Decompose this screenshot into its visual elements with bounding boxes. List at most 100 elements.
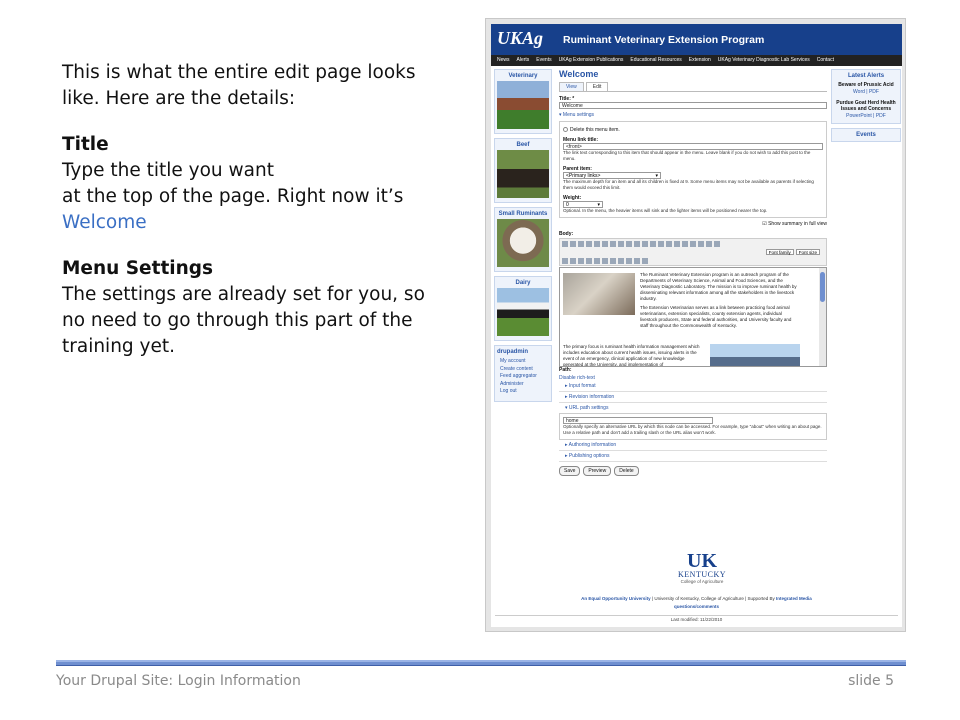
superscript-icon[interactable]: [706, 241, 712, 247]
publishing-options-toggle[interactable]: ▸ Publishing options: [559, 451, 827, 462]
footer-divider: [56, 660, 906, 666]
integrated-media-link[interactable]: Integrated Media: [776, 596, 812, 601]
scroll-thumb[interactable]: [820, 272, 825, 302]
admin-link-administer[interactable]: Administer: [500, 381, 546, 389]
font-size-select[interactable]: Font size: [795, 249, 820, 255]
admin-link-create-content[interactable]: Create content: [500, 366, 546, 374]
menu-line-2: no need to go through this part of the: [62, 310, 413, 331]
preview-button[interactable]: Preview: [583, 466, 612, 476]
show-summary-option[interactable]: ☑ Show summary in full view: [559, 221, 827, 227]
footer-title: Your Drupal Site: Login Information: [56, 673, 301, 689]
admin-link-my-account[interactable]: My account: [500, 358, 546, 366]
subscript-icon[interactable]: [698, 241, 704, 247]
body-editor[interactable]: The Ruminant Veterinary Extension progra…: [559, 267, 827, 367]
nav-events[interactable]: Events: [536, 55, 551, 66]
revision-info-toggle[interactable]: ▸ Revision information: [559, 392, 827, 403]
delete-button[interactable]: Delete: [614, 466, 639, 476]
parent-item-select[interactable]: <Primary links> ▾: [563, 172, 661, 179]
italic-icon[interactable]: [570, 241, 576, 247]
delete-column-icon[interactable]: [594, 258, 600, 264]
body-paragraph-1: The Ruminant Veterinary Extension progra…: [640, 272, 800, 329]
input-format-toggle[interactable]: ▸ Input format: [559, 381, 827, 392]
goat-photo: [497, 219, 549, 267]
tab-view[interactable]: View: [559, 82, 584, 91]
url-path-toggle[interactable]: ▾ URL path settings: [559, 403, 827, 413]
row-props-icon[interactable]: [626, 258, 632, 264]
horizontal-rule-icon[interactable]: [682, 241, 688, 247]
equal-opportunity-link[interactable]: An Equal Opportunity University: [581, 596, 651, 601]
url-path-desc: Optionally specify an alternative URL by…: [563, 424, 822, 435]
dairy-photo: [497, 288, 549, 336]
delete-row-icon[interactable]: [578, 258, 584, 264]
menu-link-title-input[interactable]: <front>: [563, 143, 823, 150]
veterinary-photo: [497, 81, 549, 129]
url-path-input[interactable]: home: [563, 417, 713, 424]
parent-item-desc: The maximum depth for an item and all it…: [563, 179, 814, 190]
unlink-icon[interactable]: [650, 241, 656, 247]
nav-contact[interactable]: Contact: [817, 55, 834, 66]
html-icon[interactable]: [674, 241, 680, 247]
menu-settings-toggle[interactable]: ▾ Menu settings: [559, 112, 827, 118]
authoring-info-toggle[interactable]: ▸ Authoring information: [559, 440, 827, 451]
alert-2-title: Purdue Goat Herd Health Issues and Conce…: [836, 99, 896, 113]
body-scrollbar[interactable]: [819, 268, 826, 366]
insert-row-icon[interactable]: [570, 258, 576, 264]
nav-diagnostic-lab[interactable]: UKAg Veterinary Diagnostic Lab Services: [718, 55, 810, 66]
align-center-icon[interactable]: [586, 241, 592, 247]
nav-publications[interactable]: UKAg Extension Publications: [559, 55, 624, 66]
title-input[interactable]: Welcome: [559, 102, 827, 109]
split-cells-icon[interactable]: [610, 258, 616, 264]
table-icon[interactable]: [562, 258, 568, 264]
nav-extension[interactable]: Extension: [689, 55, 711, 66]
admin-menu: drupadmin My account Create content Feed…: [494, 345, 552, 402]
body-label: Body:: [559, 231, 574, 237]
sidebar-box-small-ruminants[interactable]: Small Ruminants: [494, 207, 552, 272]
delete-menu-item-option[interactable]: Delete this menu item.: [563, 127, 823, 133]
nav-educational-resources[interactable]: Educational Resources: [630, 55, 681, 66]
font-family-select[interactable]: Font family: [765, 249, 794, 255]
merge-cells-icon[interactable]: [602, 258, 608, 264]
tab-edit[interactable]: Edit: [585, 82, 609, 91]
body-text-3: The primary focus is ruminant health inf…: [563, 344, 700, 367]
bullet-list-icon[interactable]: [610, 241, 616, 247]
title-line-2: at the top of the page. Right now it’s: [62, 186, 404, 207]
align-left-icon[interactable]: [578, 241, 584, 247]
justify-icon[interactable]: [602, 241, 608, 247]
sidebar-box-veterinary[interactable]: Veterinary: [494, 69, 552, 134]
site-nav: News Alerts Events UKAg Extension Public…: [491, 55, 902, 66]
alert-1-links[interactable]: Word | PDF: [835, 89, 897, 96]
sidebar-box-beef[interactable]: Beef: [494, 138, 552, 203]
sidebar-label-beef: Beef: [516, 142, 530, 148]
bold-icon[interactable]: [562, 241, 568, 247]
weight-select[interactable]: 0 ▾: [563, 201, 603, 208]
sidebar-box-dairy[interactable]: Dairy: [494, 276, 552, 341]
paste-word-icon[interactable]: [642, 258, 648, 264]
questions-comments-link[interactable]: questions/comments: [491, 603, 902, 611]
delete-menu-item-checkbox[interactable]: [563, 127, 568, 133]
save-button[interactable]: Save: [559, 466, 581, 476]
admin-link-feed-aggregator[interactable]: Feed aggregator: [500, 373, 546, 381]
undo-icon[interactable]: [626, 241, 632, 247]
remove-format-icon[interactable]: [690, 241, 696, 247]
image-icon[interactable]: [658, 241, 664, 247]
numbered-list-icon[interactable]: [618, 241, 624, 247]
admin-menu-title: drupadmin: [497, 349, 528, 355]
ukag-logo[interactable]: UKAg: [497, 28, 543, 49]
nav-news[interactable]: News: [497, 55, 510, 66]
insert-column-icon[interactable]: [586, 258, 592, 264]
nav-alerts[interactable]: Alerts: [517, 55, 530, 66]
align-right-icon[interactable]: [594, 241, 600, 247]
events-box[interactable]: Events: [831, 127, 901, 142]
alert-2-links[interactable]: PowerPoint | PDF: [835, 113, 897, 120]
paste-text-icon[interactable]: [634, 258, 640, 264]
cell-props-icon[interactable]: [618, 258, 624, 264]
menu-link-title-desc: The link text corresponding to this item…: [563, 150, 811, 161]
right-sidebar: Latest Alerts Beware of Prussic Acid Wor…: [831, 69, 901, 146]
cleanup-icon[interactable]: [666, 241, 672, 247]
redo-icon[interactable]: [634, 241, 640, 247]
link-icon[interactable]: [642, 241, 648, 247]
fullscreen-icon[interactable]: [714, 241, 720, 247]
kentucky-wordmark: KENTUCKY: [678, 570, 726, 579]
admin-link-log-out[interactable]: Log out: [500, 388, 546, 396]
toolbar-row-2: Font family Font size: [562, 249, 824, 257]
